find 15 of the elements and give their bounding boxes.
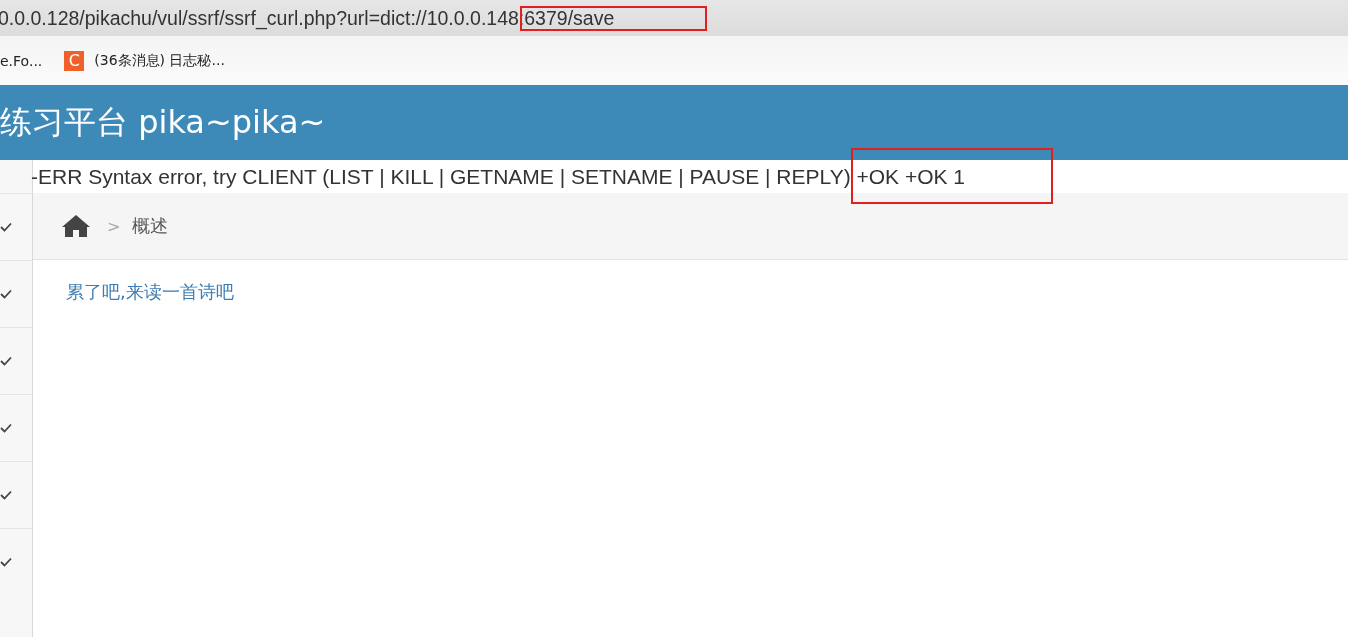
check-icon[interactable] <box>0 557 12 567</box>
check-icon[interactable] <box>0 222 12 232</box>
response-text: -ERR Syntax error, try CLIENT (LIST | KILL | GETNAME | SETNAME | PAUSE | REPLY) +OK +OK 1 <box>31 163 966 190</box>
home-icon[interactable] <box>61 214 91 238</box>
bookmark-label[interactable]: e.Fo... <box>0 52 43 69</box>
bookmark-label[interactable]: (36条消息) 日志秘... <box>94 51 225 70</box>
check-icon[interactable] <box>0 490 12 500</box>
check-icon[interactable] <box>0 289 12 299</box>
check-icon[interactable] <box>0 423 12 433</box>
breadcrumb-current: 概述 <box>132 214 169 238</box>
breadcrumb-separator: > <box>106 216 121 236</box>
site-title: 练习平台 pika~pika~ <box>0 101 326 143</box>
site-icon: C <box>64 50 85 71</box>
check-icon[interactable] <box>0 356 12 366</box>
poem-link[interactable]: 累了吧,来读一首诗吧 <box>66 280 234 304</box>
